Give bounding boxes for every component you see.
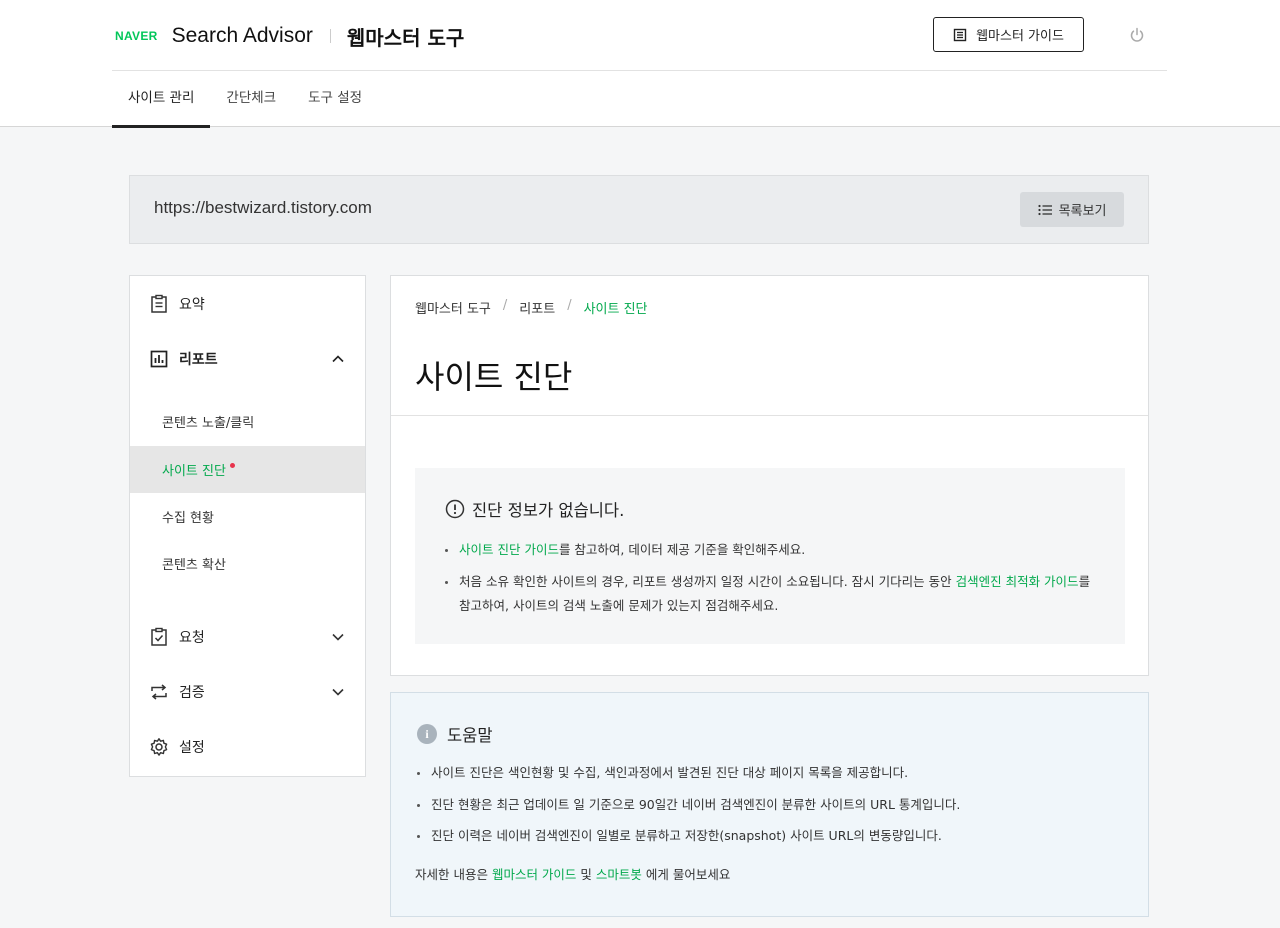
sidebar-item-summary[interactable]: 요약 [130, 279, 365, 329]
notice-list: 사이트 진단 가이드를 참고하여, 데이터 제공 기준을 확인해주세요. 처음 … [445, 538, 1105, 626]
site-bar: https://bestwizard.tistory.com 목록보기 [129, 175, 1149, 244]
webmaster-tools-title: 웹마스터 도구 [346, 25, 465, 50]
search-advisor-title: Search Advisor [171, 24, 313, 47]
bar-chart-icon [150, 350, 168, 368]
chevron-down-icon[interactable] [331, 685, 345, 699]
empty-notice: 진단 정보가 없습니다. 사이트 진단 가이드를 참고하여, 데이터 제공 기준… [415, 468, 1125, 644]
list-icon [1037, 204, 1052, 215]
list-view-label: 목록보기 [1058, 204, 1107, 219]
sidebar-verify-label: 검증 [179, 685, 205, 701]
breadcrumb-separator: / [567, 298, 572, 313]
sidebar-item-settings[interactable]: 설정 [130, 722, 365, 772]
clipboard-icon [151, 294, 167, 313]
site-url: https://bestwizard.tistory.com [154, 198, 372, 217]
book-icon [953, 28, 967, 41]
notice-item: 처음 소유 확인한 사이트의 경우, 리포트 생성까지 일정 시간이 소요됩니다… [445, 570, 1105, 618]
notice-item: 사이트 진단 가이드를 참고하여, 데이터 제공 기준을 확인해주세요. [445, 538, 1105, 562]
smartbot-link[interactable]: 스마트봇 [596, 867, 642, 882]
help-item: 진단 이력은 네이버 검색엔진이 일별로 분류하고 저장한(snapshot) … [415, 824, 1125, 848]
webmaster-guide-label: 웹마스터 가이드 [976, 29, 1064, 44]
sidebar-settings-label: 설정 [179, 740, 205, 756]
help-item: 사이트 진단은 색인현황 및 수집, 색인과정에서 발견된 진단 대상 페이지 … [415, 761, 1125, 785]
sidebar-site-diagnosis-label: 사이트 진단 [162, 464, 226, 479]
tab-quick-check[interactable]: 간단체크 [210, 71, 292, 127]
diagnosis-card: 웹마스터 도구 / 리포트 / 사이트 진단 사이트 진단 진단 정보가 없습니… [390, 275, 1149, 676]
webmaster-guide-button[interactable]: 웹마스터 가이드 [933, 17, 1084, 52]
list-view-button[interactable]: 목록보기 [1020, 192, 1124, 227]
help-card: i 도움말 사이트 진단은 색인현황 및 수집, 색인과정에서 발견된 진단 대… [390, 692, 1149, 917]
help-list: 사이트 진단은 색인현황 및 수집, 색인과정에서 발견된 진단 대상 페이지 … [415, 761, 1125, 856]
notice-text: 를 참고하여, 데이터 제공 기준을 확인해주세요. [558, 542, 806, 557]
help-foot-text: 자세한 내용은 [415, 867, 492, 882]
sidebar-item-verify[interactable]: 검증 [130, 667, 365, 717]
sidebar-item-content-spread[interactable]: 콘텐츠 확산 [130, 540, 365, 587]
tab-site-management[interactable]: 사이트 관리 [112, 71, 211, 128]
sidebar-report-label: 리포트 [179, 352, 218, 368]
clipboard-check-icon [151, 627, 167, 646]
webmaster-guide-link[interactable]: 웹마스터 가이드 [492, 867, 576, 882]
sidebar-item-collection-status[interactable]: 수집 현황 [130, 493, 365, 540]
breadcrumb-item[interactable]: 웹마스터 도구 [415, 298, 491, 317]
exclamation-circle-icon [445, 499, 465, 519]
site-diagnosis-guide-link[interactable]: 사이트 진단 가이드 [459, 542, 559, 557]
page-title: 사이트 진단 [415, 358, 573, 396]
notice-text: 처음 소유 확인한 사이트의 경우, 리포트 생성까지 일정 시간이 소요됩니다… [459, 574, 956, 589]
new-badge-dot [229, 463, 235, 468]
swap-arrows-icon [151, 684, 167, 700]
brand[interactable]: NAVER Search Advisor 웹마스터 도구 [115, 22, 464, 50]
tab-tool-settings[interactable]: 도구 설정 [292, 71, 378, 127]
main-tabs: 사이트 관리 간단체크 도구 설정 [112, 71, 378, 128]
breadcrumb-current: 사이트 진단 [583, 302, 648, 317]
help-title: 도움말 [447, 726, 493, 745]
help-footer: 자세한 내용은 웹마스터 가이드 및 스마트봇 에게 물어보세요 [415, 864, 730, 883]
chevron-down-icon[interactable] [331, 630, 345, 644]
help-item: 진단 현황은 최근 업데이트 일 기준으로 90일간 네이버 검색엔진이 분류한… [415, 793, 1125, 817]
sidebar-request-label: 요청 [179, 630, 205, 646]
brand-divider [329, 29, 331, 43]
sidebar-summary-label: 요약 [179, 297, 205, 313]
chevron-up-icon[interactable] [331, 352, 345, 366]
breadcrumb: 웹마스터 도구 / 리포트 / 사이트 진단 [415, 298, 648, 317]
sidebar: 요약 리포트 콘텐츠 노출/클릭 사이트 진단 수집 현황 콘텐츠 확산 요청 [129, 275, 366, 777]
breadcrumb-item[interactable]: 리포트 [519, 298, 555, 317]
top-header: NAVER Search Advisor 웹마스터 도구 웹마스터 가이드 사이… [0, 0, 1280, 128]
breadcrumb-separator: / [502, 298, 508, 313]
help-foot-text: 에게 물어보세요 [641, 867, 731, 882]
power-icon[interactable] [1128, 26, 1146, 44]
naver-logo: NAVER [115, 29, 158, 43]
sidebar-item-content-exposure[interactable]: 콘텐츠 노출/클릭 [130, 398, 365, 445]
help-foot-text: 및 [576, 867, 596, 882]
seo-guide-link[interactable]: 검색엔진 최적화 가이드 [956, 574, 1079, 589]
sidebar-item-request[interactable]: 요청 [130, 612, 365, 662]
info-icon: i [417, 724, 437, 744]
notice-title: 진단 정보가 없습니다. [472, 501, 625, 520]
sidebar-item-site-diagnosis[interactable]: 사이트 진단 [130, 446, 365, 493]
gear-icon [150, 738, 168, 756]
sidebar-item-report[interactable]: 리포트 [130, 334, 365, 384]
title-divider [391, 415, 1148, 416]
